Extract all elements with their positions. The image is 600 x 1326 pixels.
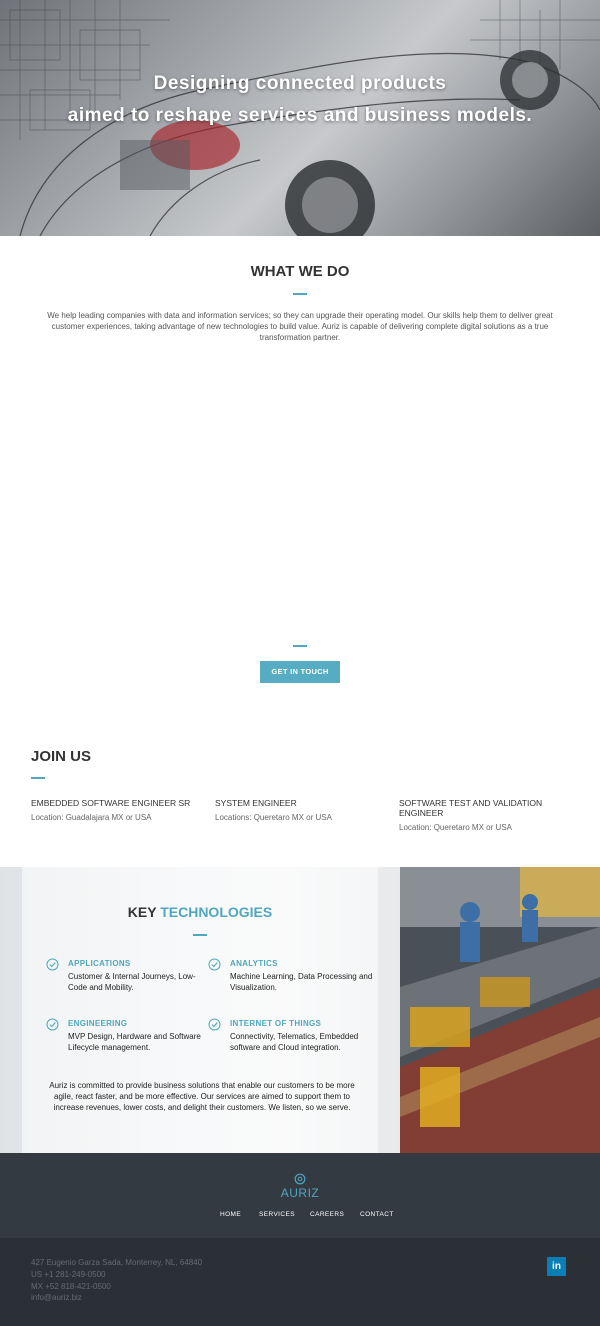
- tech-item-description: Connectivity, Telematics, Embedded softw…: [230, 1032, 359, 1052]
- footer-phone-mx: MX +52 818-421-0500: [31, 1282, 111, 1291]
- job-title[interactable]: SYSTEM ENGINEER: [215, 798, 385, 808]
- footer-address: 427 Eugenio Garza Sada, Monterrey, NL, 6…: [31, 1258, 203, 1267]
- job-listing[interactable]: SOFTWARE TEST AND VALIDATION ENGINEER Lo…: [399, 798, 569, 832]
- check-circle-icon: [46, 958, 59, 971]
- tech-item-internet-of-things: INTERNET OF THINGS Connectivity, Telemat…: [208, 1018, 375, 1053]
- check-circle-icon: [208, 958, 221, 971]
- auriz-logo-icon[interactable]: [294, 1173, 306, 1185]
- title-prefix: KEY: [127, 904, 157, 920]
- cta-divider: [293, 645, 307, 647]
- assembly-line-photo: [400, 867, 600, 1153]
- assembly-line-illustration: [400, 867, 600, 1153]
- what-we-do-title: WHAT WE DO: [250, 263, 350, 280]
- hero-banner: Designing connected products aimed to re…: [0, 0, 600, 236]
- get-in-touch-button[interactable]: GET IN TOUCH: [260, 661, 340, 683]
- key-technologies-title: KEY TECHNOLOGIES: [0, 904, 400, 920]
- join-us-divider: [31, 777, 45, 779]
- tech-item-name: ENGINEERING: [68, 1019, 128, 1028]
- hero-headline-line-2: aimed to reshape services and business m…: [67, 105, 533, 126]
- key-technologies-section: KEY TECHNOLOGIES APPLICATIONS Customer &…: [0, 867, 600, 1153]
- hero-headline-line-1: Designing connected products: [153, 73, 447, 94]
- tech-item-name: APPLICATIONS: [68, 959, 131, 968]
- tech-item-engineering: ENGINEERING MVP Design, Hardware and Sof…: [46, 1018, 213, 1053]
- key-technologies-divider: [193, 934, 207, 936]
- join-us-title: JOIN US: [31, 748, 92, 765]
- job-location: Location: Queretaro MX or USA: [399, 823, 512, 832]
- what-we-do-divider: [293, 293, 307, 295]
- tech-item-description: MVP Design, Hardware and Software Lifecy…: [68, 1032, 201, 1052]
- tech-item-analytics: ANALYTICS Machine Learning, Data Process…: [208, 958, 375, 993]
- job-title[interactable]: SOFTWARE TEST AND VALIDATION ENGINEER: [399, 798, 569, 818]
- job-listing[interactable]: SYSTEM ENGINEER Locations: Queretaro MX …: [215, 798, 385, 822]
- tech-item-description: Customer & Internal Journeys, Low-Code a…: [68, 972, 196, 992]
- job-title[interactable]: EMBEDDED SOFTWARE ENGINEER SR: [31, 798, 201, 808]
- footer-nav-careers[interactable]: CAREERS: [310, 1211, 344, 1218]
- job-location: Locations: Queretaro MX or USA: [215, 813, 332, 822]
- footer-email[interactable]: info@auriz.biz: [31, 1293, 82, 1302]
- linkedin-icon[interactable]: in: [547, 1257, 566, 1276]
- tech-item-name: ANALYTICS: [230, 959, 278, 968]
- key-technologies-summary: Auriz is committed to provide business s…: [49, 1081, 355, 1112]
- footer-nav-contact[interactable]: CONTACT: [360, 1211, 394, 1218]
- tech-item-applications: APPLICATIONS Customer & Internal Journey…: [46, 958, 213, 993]
- check-circle-icon: [46, 1018, 59, 1031]
- footer-phone-us: US +1 281-249-0500: [31, 1270, 106, 1279]
- job-location: Location: Guadalajara MX or USA: [31, 813, 152, 822]
- job-listing[interactable]: EMBEDDED SOFTWARE ENGINEER SR Location: …: [31, 798, 201, 822]
- footer-nav-home[interactable]: HOME: [220, 1211, 241, 1218]
- what-we-do-description: We help leading companies with data and …: [47, 311, 553, 342]
- title-accent: TECHNOLOGIES: [160, 904, 273, 920]
- tech-item-name: INTERNET OF THINGS: [230, 1019, 322, 1028]
- auriz-logo-text[interactable]: AURIZ: [0, 1186, 600, 1200]
- tech-item-description: Machine Learning, Data Processing and Vi…: [230, 972, 373, 992]
- check-circle-icon: [208, 1018, 221, 1031]
- footer-nav-services[interactable]: SERVICES: [259, 1211, 295, 1218]
